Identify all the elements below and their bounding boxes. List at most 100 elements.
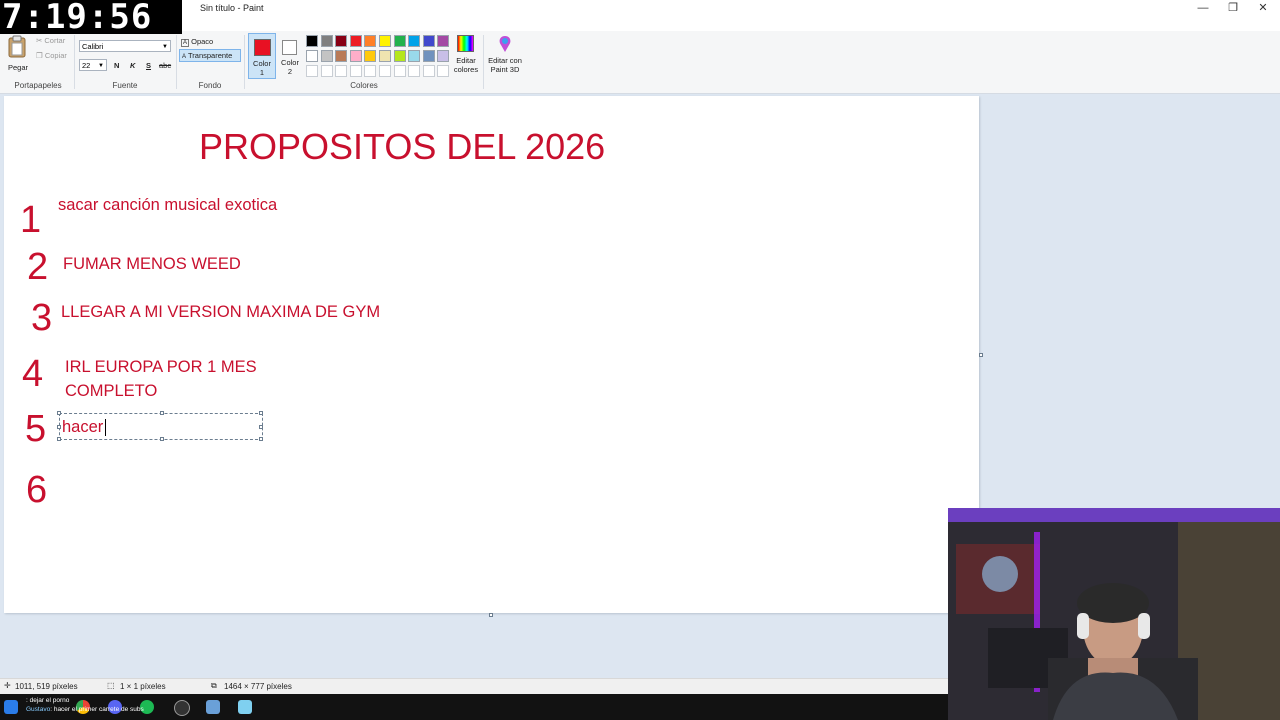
palette-swatch[interactable]	[393, 65, 406, 77]
palette-swatch[interactable]	[422, 65, 435, 77]
item-text-5: hacer	[62, 418, 104, 436]
resize-handle[interactable]	[57, 425, 61, 429]
window-title: Sin título - Paint	[200, 3, 264, 13]
separator	[244, 35, 245, 89]
edit-colors-button[interactable]: Editar colores	[454, 35, 478, 79]
palette-swatch[interactable]	[335, 50, 348, 62]
resize-handle[interactable]	[160, 411, 164, 415]
opaque-button[interactable]: A Opaco	[181, 37, 214, 47]
color1-button[interactable]: Color 1	[248, 33, 276, 79]
palette-swatch[interactable]	[320, 35, 333, 47]
item-number-1: 1	[20, 199, 42, 241]
title-bar: Sin título - Paint — ❐ ✕	[0, 0, 1280, 32]
strikethrough-button[interactable]: abc	[159, 61, 171, 70]
chevron-down-icon: ▼	[98, 63, 104, 69]
palette-swatch[interactable]	[306, 35, 318, 47]
palette-swatch[interactable]	[379, 35, 391, 47]
colors-group-label: Colores	[350, 81, 378, 90]
palette-swatch[interactable]	[320, 65, 333, 77]
resize-handle[interactable]	[259, 437, 263, 441]
item-number-2: 2	[27, 246, 49, 288]
resize-handle[interactable]	[259, 425, 263, 429]
paint-icon[interactable]	[206, 700, 220, 714]
drawing-canvas[interactable]	[4, 96, 979, 613]
palette-swatch[interactable]	[306, 65, 318, 77]
item-number-5: 5	[25, 408, 47, 450]
clipboard-icon	[8, 35, 26, 58]
cursor-position: 1011, 519 píxeles	[15, 682, 78, 691]
selection-size: 1 × 1 píxeles	[120, 682, 166, 691]
item-text-2: FUMAR MENOS WEED	[63, 255, 241, 273]
copy-button[interactable]: ❐ Copiar	[36, 51, 67, 60]
resize-handle[interactable]	[259, 411, 263, 415]
font-family-select[interactable]: Calibri ▼	[79, 40, 171, 52]
palette-swatch[interactable]	[364, 50, 377, 62]
paste-label: Pegar	[8, 63, 29, 72]
separator	[176, 35, 177, 89]
restore-button[interactable]: ❐	[1218, 0, 1248, 16]
palette-swatch[interactable]	[349, 65, 362, 77]
palette-swatch[interactable]	[437, 65, 450, 77]
font-group-label: Fuente	[112, 81, 138, 90]
item-text-1: sacar canción musical exotica	[58, 196, 278, 214]
transparent-icon: A	[182, 54, 187, 60]
font-size-select[interactable]: 22 ▼	[79, 59, 107, 71]
separator	[74, 35, 75, 89]
palette-swatch[interactable]	[422, 35, 435, 47]
palette-swatch[interactable]	[408, 35, 421, 47]
canvas-resize-handle-right[interactable]	[979, 353, 983, 357]
obs-icon[interactable]	[174, 700, 190, 716]
palette-swatch[interactable]	[437, 35, 450, 47]
palette-swatch[interactable]	[306, 50, 318, 62]
close-button[interactable]: ✕	[1248, 0, 1278, 16]
palette-swatch[interactable]	[393, 50, 406, 62]
clipboard-group-label: Portapapeles	[14, 81, 62, 90]
ribbon: Pegar ✂ Cortar ❐ Copiar Portapapeles Cal…	[0, 31, 1280, 94]
resize-handle[interactable]	[160, 437, 164, 441]
selection-icon: ⬚	[107, 681, 115, 690]
color1-swatch	[254, 39, 271, 56]
palette-swatch[interactable]	[379, 50, 391, 62]
transparent-button[interactable]: A Transparente	[179, 49, 241, 62]
cursor-icon: ✛	[4, 681, 11, 690]
palette-swatch[interactable]	[349, 50, 362, 62]
start-icon[interactable]	[4, 700, 18, 714]
underline-button[interactable]: S	[146, 61, 151, 70]
paint3d-label: Editar con	[488, 56, 522, 65]
edit-with-paint3d-button[interactable]: Editar con Paint 3D	[486, 35, 524, 79]
palette-swatch[interactable]	[349, 35, 362, 47]
cut-button[interactable]: ✂ Cortar	[36, 36, 65, 45]
separator	[483, 35, 484, 89]
palette-swatch[interactable]	[393, 35, 406, 47]
item-text-4-line1: IRL EUROPA POR 1 MES	[65, 358, 257, 376]
palette-swatch[interactable]	[364, 65, 377, 77]
palette-swatch[interactable]	[335, 65, 348, 77]
cut-label: Cortar	[44, 36, 66, 45]
palette-swatch[interactable]	[320, 50, 333, 62]
opaque-label: Opaco	[191, 37, 214, 46]
color2-label: Color	[281, 58, 299, 67]
edit-colors-label: Editar	[456, 56, 476, 65]
resize-handle[interactable]	[57, 411, 61, 415]
item-number-4: 4	[22, 353, 44, 395]
app-icon[interactable]	[238, 700, 252, 714]
palette-swatch[interactable]	[408, 65, 421, 77]
palette-swatch[interactable]	[422, 50, 435, 62]
background-group-label: Fondo	[198, 81, 222, 90]
bold-button[interactable]: N	[114, 61, 119, 70]
italic-button[interactable]: K	[130, 61, 135, 70]
paint3d-icon	[499, 36, 511, 52]
palette-swatch[interactable]	[379, 65, 391, 77]
minimize-button[interactable]: —	[1188, 0, 1218, 16]
scissors-icon: ✂	[36, 36, 43, 45]
paste-button[interactable]: Pegar	[6, 35, 30, 75]
palette-swatch[interactable]	[364, 35, 377, 47]
palette-swatch[interactable]	[408, 50, 421, 62]
palette-swatch[interactable]	[335, 35, 348, 47]
color2-button[interactable]: Color 2	[279, 33, 303, 79]
color-wheel-icon	[457, 35, 474, 52]
palette-swatch[interactable]	[437, 50, 450, 62]
text-edit-box[interactable]: hacer	[57, 411, 263, 441]
resize-handle[interactable]	[57, 437, 61, 441]
canvas-resize-handle-bottom[interactable]	[489, 613, 493, 617]
